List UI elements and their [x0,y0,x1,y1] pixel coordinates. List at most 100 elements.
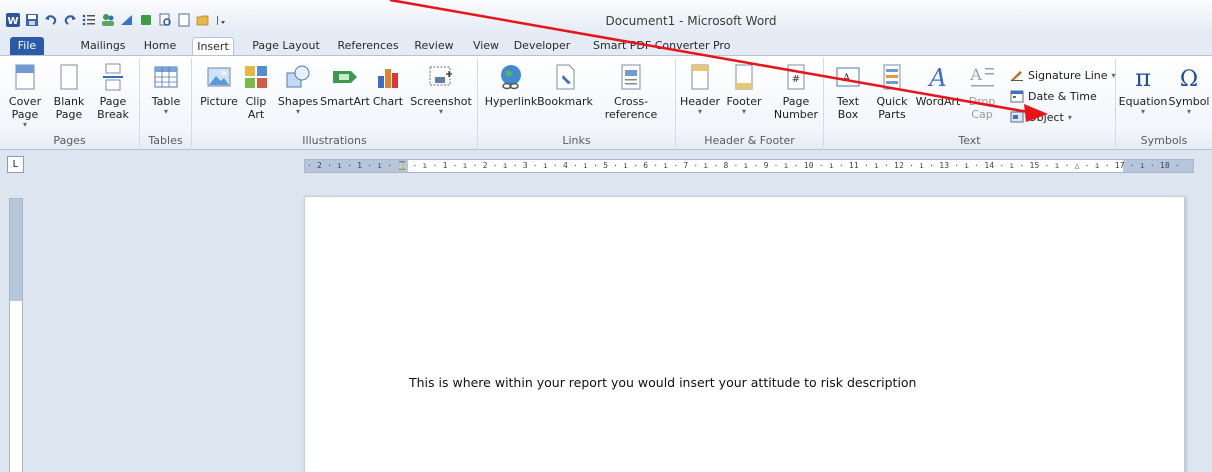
page-break-button[interactable]: Page Break [94,62,132,121]
chevron-down-icon: ▾ [1140,107,1145,116]
shapes-button[interactable]: Shapes ▾ [278,62,318,116]
horizontal-ruler[interactable]: · 2 · ı · 1 · ı · ⌛ · ı · 1 · ı · 2 · ı … [304,159,1194,173]
text-box-label: Text Box [836,95,860,121]
quick-parts-label: Quick Parts [876,95,908,121]
signature-line-icon [1011,71,1023,81]
ruler-bar: L · 2 · ı · 1 · ı · ⌛ · ı · 1 · ı · 2 · … [0,150,1212,180]
picture-button[interactable]: Picture [200,62,238,108]
group-symbols: π Equation ▾ Ω Symbol ▾ Symbols [1116,58,1212,150]
group-label-pages: Pages [53,134,86,147]
tab-page-layout[interactable]: Page Layout [249,37,323,55]
screenshot-button[interactable]: Screenshot ▾ [410,62,472,116]
table-button[interactable]: Table ▾ [148,62,184,116]
cross-reference-button[interactable]: Cross-reference [590,62,672,121]
chevron-down-icon: ▾ [1111,70,1116,80]
bookmark-icon [550,62,580,92]
header-button[interactable]: Header ▾ [680,62,720,116]
clip-art-label: Clip Art [245,95,267,121]
tab-smart-pdf-converter-pro[interactable]: Smart PDF Converter Pro [593,37,730,55]
chart-icon [373,62,403,92]
title-bar: W Document1 - Microsoft Word [0,0,1212,34]
quick-parts-button[interactable]: Quick Parts [874,62,910,121]
header-icon [685,62,715,92]
group-label-symbols: Symbols [1140,134,1188,147]
word-window: W Document1 - Microsoft Word File Mailin… [0,0,1212,472]
screenshot-icon [426,62,456,92]
wordart-button[interactable]: A WordArt [914,62,962,108]
ruler-ticks: · 2 · ı · 1 · ı · ⌛ · ı · 1 · ı · 2 · ı … [307,161,1180,170]
chart-button[interactable]: Chart [370,62,406,108]
group-label-text: Text [958,134,981,147]
object-label: Object [1028,110,1064,124]
clip-art-icon [241,62,271,92]
cover-page-button[interactable]: Cover Page ▾ [6,62,44,129]
top-margin-area [10,199,22,301]
cross-reference-icon [616,62,646,92]
svg-text:π: π [1135,64,1151,91]
text-box-button[interactable]: A Text Box [830,62,866,121]
ribbon-tabs: File Mailings Home Insert Page Layout Re… [0,34,1212,56]
tab-review[interactable]: Review [411,37,457,55]
tab-insert[interactable]: Insert [192,37,234,56]
group-label-links: Links [562,134,591,147]
chevron-down-icon: ▾ [438,107,443,116]
group-illustrations: Picture Clip Art Shapes ▾ SmartArt Chart [192,58,478,150]
chevron-down-icon: ▾ [22,120,27,129]
tab-view[interactable]: View [469,37,503,55]
date-time-button[interactable]: Date & Time [1010,89,1097,103]
tab-mailings[interactable]: Mailings [80,37,126,55]
drop-cap-button[interactable]: A Drop Cap [964,62,1000,121]
tab-selector[interactable]: L [7,156,24,173]
footer-icon [729,62,759,92]
page-number-icon: # [781,62,811,92]
document-body-text[interactable]: This is where within your report you wou… [409,375,916,390]
cross-reference-label: Cross-reference [604,95,658,121]
svg-text:A: A [927,64,946,91]
text-box-icon: A [833,62,863,92]
bookmark-button[interactable]: Bookmark [537,62,593,108]
blank-page-button[interactable]: Blank Page [52,62,86,121]
page-number-button[interactable]: # Page Number [770,62,822,121]
window-title: Document1 - Microsoft Word [605,14,777,28]
svg-text:Ω: Ω [1180,67,1198,91]
object-icon [1010,111,1024,123]
page-number-label: Page Number [773,95,819,121]
bookmark-label: Bookmark [537,95,593,108]
group-label-illustrations: Illustrations [302,134,367,147]
shapes-icon [283,62,313,92]
cover-page-label: Cover Page [8,95,42,121]
group-label-tables: Tables [148,134,183,147]
tab-file[interactable]: File [10,37,44,55]
equation-button[interactable]: π Equation ▾ [1118,62,1168,116]
chevron-down-icon: ▾ [295,107,300,116]
chevron-down-icon: ▾ [697,107,702,116]
tab-home[interactable]: Home [142,37,178,55]
tab-references[interactable]: References [335,37,401,55]
drop-cap-icon: A [967,62,997,92]
page-break-icon [98,62,128,92]
document-page[interactable]: This is where within your report you wou… [304,196,1185,472]
chevron-down-icon: ▾ [163,107,168,116]
drop-cap-label: Drop Cap [968,95,996,121]
cover-page-icon [10,62,40,92]
signature-line-button[interactable]: Signature Line ▾ [1010,68,1116,82]
symbol-button[interactable]: Ω Symbol ▾ [1168,62,1210,116]
object-button[interactable]: Object ▾ [1010,110,1072,124]
vertical-ruler[interactable] [9,198,23,472]
page-break-label: Page Break [97,95,129,121]
hyperlink-button[interactable]: Hyperlink [484,62,538,108]
clip-art-button[interactable]: Clip Art [242,62,270,121]
chart-label: Chart [372,95,404,108]
signature-line-label: Signature Line [1028,68,1108,82]
tab-developer[interactable]: Developer [510,37,574,55]
hyperlink-icon [496,62,526,92]
date-time-icon [1010,90,1024,103]
smartart-icon [330,62,360,92]
quick-parts-icon [877,62,907,92]
footer-button[interactable]: Footer ▾ [724,62,764,116]
smartart-button[interactable]: SmartArt [320,62,370,108]
group-label-header-footer: Header & Footer [704,134,795,147]
smartart-label: SmartArt [320,95,370,108]
document-workspace: This is where within your report you wou… [0,180,1212,472]
date-time-label: Date & Time [1028,89,1097,103]
